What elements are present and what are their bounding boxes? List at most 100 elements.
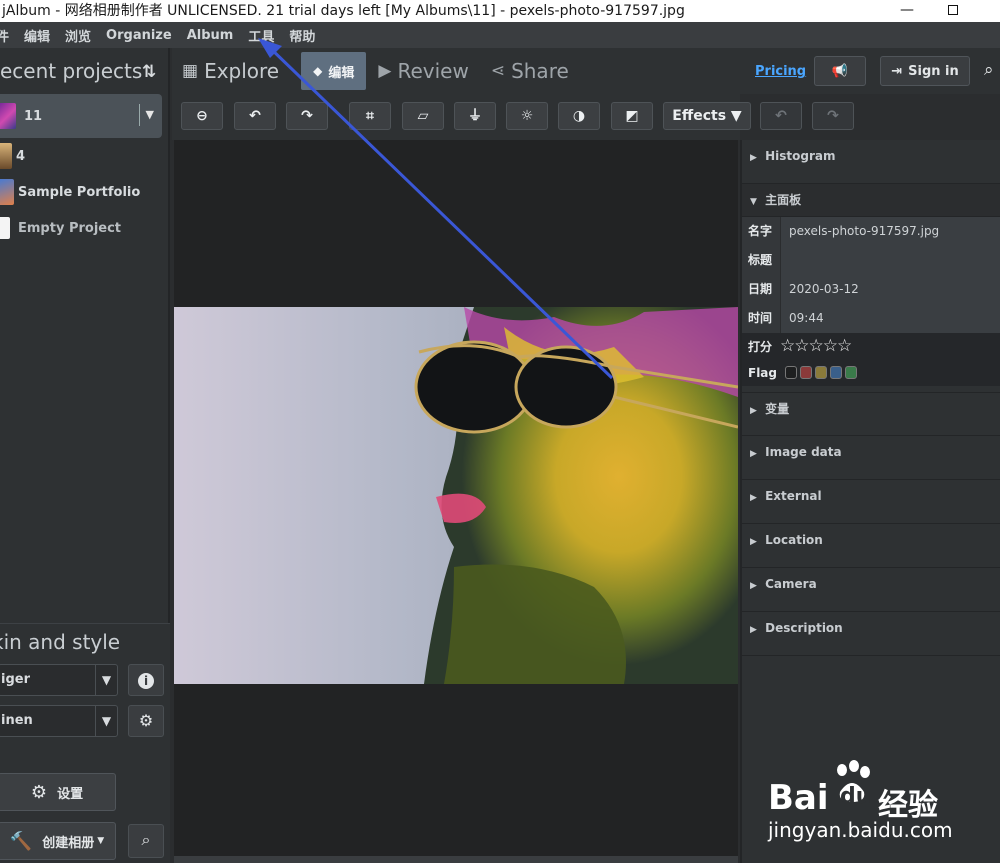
photo-preview [174,307,738,684]
flag-red[interactable] [800,366,812,379]
section-image-data[interactable]: ▶ Image data [742,436,1000,480]
rotate-left-button[interactable]: ↶ [234,102,276,130]
canvas-scrollbar[interactable] [174,856,738,863]
undo-button[interactable]: ↶ [760,102,802,130]
section-location[interactable]: ▶ Location [742,524,1000,568]
chevron-down-icon[interactable]: ▼ [138,104,154,126]
sign-in-button[interactable]: ⇥ Sign in [880,56,970,86]
menu-edit[interactable]: 编辑 [24,26,50,45]
levels-icon: ◩ [625,108,639,124]
section-description[interactable]: ▶ Description [742,612,1000,656]
info-icon: i [138,673,154,689]
section-variables[interactable]: ▶ 变量 [742,392,1000,436]
menu-bar: 件 编辑 浏览 Organize Album 工具 帮助 [0,22,1000,48]
section-histogram[interactable]: ▶ Histogram [742,140,1000,184]
skin-and-style-title: kin and style [0,630,121,654]
name-field[interactable]: pexels-photo-917597.jpg [780,216,1000,246]
flag-yellow[interactable] [815,366,827,379]
megaphone-icon: 📢 [831,63,849,79]
date-field[interactable]: 2020-03-12 [780,274,1000,304]
image-canvas[interactable] [174,140,738,856]
menu-album[interactable]: Album [187,28,234,43]
minimize-button[interactable]: — [884,0,930,22]
chevron-down-icon: ▼ [97,836,105,846]
baidu-watermark: Bai du 经验 jingyan.baidu.com [768,760,998,850]
expand-triangle-icon: ▶ [750,153,757,163]
watermark-brand: Bai [768,778,829,818]
crop-button[interactable]: ⌗ [349,102,391,130]
straighten-button[interactable]: ⏚ [454,102,496,130]
skin-info-button[interactable]: i [128,664,164,696]
section-external[interactable]: ▶ External [742,480,1000,524]
tab-edit[interactable]: ◆ 编辑 [301,52,367,90]
right-info-panel: ▶ Histogram ▼ 主面板 名字 pexels-photo-917597… [740,140,1000,863]
main-panel-header[interactable]: ▼ 主面板 [742,184,1000,216]
flag-blue[interactable] [830,366,842,379]
project-item-4[interactable]: 4 [0,138,168,174]
style-settings-button[interactable]: ⚙ [128,705,164,737]
expand-triangle-icon: ▶ [750,537,757,547]
maximize-button[interactable] [930,0,976,22]
pricing-link[interactable]: Pricing [755,64,806,79]
field-row-name: 名字 pexels-photo-917597.jpg [742,216,1000,246]
title-field[interactable] [780,245,1000,275]
skin-and-style-panel: kin and style iger ▼ i inen ▼ ⚙ ⚙ 设置 🔨 创… [0,623,170,863]
hammer-icon: 🔨 [9,830,33,852]
expand-triangle-icon: ▶ [750,493,757,503]
straighten-icon: ⏚ [468,108,482,124]
time-field[interactable]: 09:44 [780,303,1000,333]
collapse-triangle-icon: ▼ [750,197,757,207]
sign-in-icon: ⇥ [891,63,903,79]
contrast-button[interactable]: ◑ [558,102,600,130]
adjust-button[interactable]: ☼ [506,102,548,130]
rating-row: 打分 ☆☆☆☆☆ [742,332,1000,359]
contrast-icon: ◑ [572,108,586,124]
zoom-out-button[interactable]: ⊖ [181,102,223,130]
rotate-right-icon: ↷ [301,108,313,124]
menu-view[interactable]: 浏览 [65,26,91,45]
star-rating[interactable]: ☆☆☆☆☆ [780,336,852,356]
perspective-button[interactable]: ▱ [402,102,444,130]
flag-none[interactable] [785,366,797,379]
window-title-bar: jAlbum - 网络相册制作者 UNLICENSED. 21 trial da… [0,0,1000,22]
sun-icon: ☼ [520,108,534,124]
section-camera[interactable]: ▶ Camera [742,568,1000,612]
sort-icon[interactable]: ⇅ [142,62,156,82]
expand-triangle-icon: ▶ [750,625,757,635]
watermark-url: jingyan.baidu.com [768,818,953,842]
perspective-icon: ▱ [417,108,429,124]
search-icon[interactable]: ⌕ [984,60,994,80]
project-item-11[interactable]: 11 ▼ [0,94,162,138]
effects-button[interactable]: Effects ▼ [663,102,751,130]
preview-button[interactable]: ⌕ [128,824,164,858]
tab-review[interactable]: ▶ Review [378,59,468,83]
undo-icon: ↶ [775,108,787,124]
settings-button[interactable]: ⚙ 设置 [0,773,116,811]
rotate-right-button[interactable]: ↷ [286,102,328,130]
field-row-title: 标题 [742,245,1000,275]
flag-row: Flag [742,359,1000,386]
menu-help[interactable]: 帮助 [289,26,315,45]
menu-file[interactable]: 件 [0,26,9,45]
menu-organize[interactable]: Organize [106,28,172,43]
recent-projects-header: ecent projects ⇅ [0,48,168,94]
project-thumbnail [0,143,12,169]
redo-button[interactable]: ↷ [812,102,854,130]
project-item-sample-portfolio[interactable]: Sample Portfolio [0,174,168,210]
tab-share[interactable]: ⋖ Share [491,59,569,83]
style-select[interactable]: inen ▼ [0,705,118,737]
window-title: jAlbum - 网络相册制作者 UNLICENSED. 21 trial da… [2,3,685,19]
levels-button[interactable]: ◩ [611,102,653,130]
play-icon: ▶ [378,61,392,81]
announcements-button[interactable]: 📢 [814,56,866,86]
project-item-empty-project[interactable]: Empty Project [0,210,168,246]
share-icon: ⋖ [490,61,506,81]
skin-select[interactable]: iger ▼ [0,664,118,696]
flag-green[interactable] [845,366,857,379]
watermark-brand2: du [840,784,872,809]
expand-triangle-icon: ▶ [750,581,757,591]
tab-explore[interactable]: ▦ Explore [182,59,279,83]
menu-tools[interactable]: 工具 [248,26,274,45]
create-album-button[interactable]: 🔨 创建相册 ▼ [0,822,116,860]
crop-icon: ⌗ [366,108,374,124]
